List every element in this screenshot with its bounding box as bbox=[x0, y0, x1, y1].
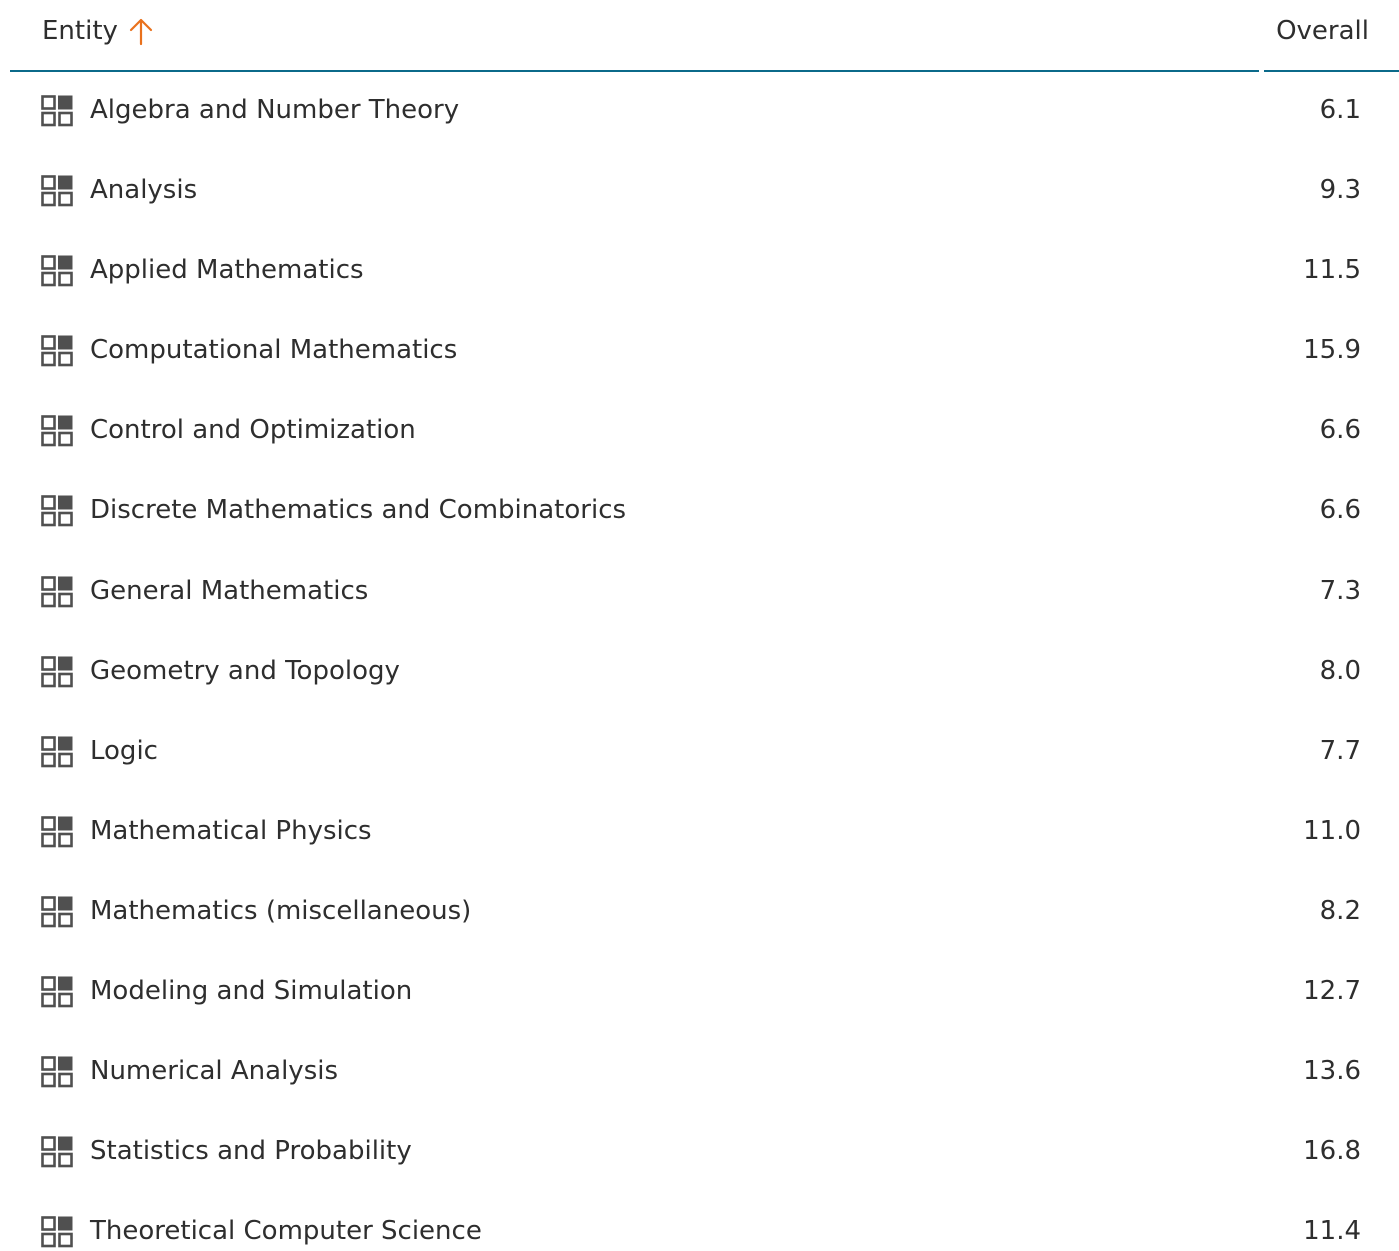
entity-name: Algebra and Number Theory bbox=[90, 95, 460, 125]
table-row[interactable]: Logic 7.7 bbox=[0, 713, 1399, 793]
entity-name: General Mathematics bbox=[90, 575, 369, 606]
grid-icon[interactable] bbox=[41, 255, 73, 287]
table-row[interactable]: Control and Optimization 6.6 bbox=[0, 392, 1399, 472]
table-row[interactable]: Discrete Mathematics and Combinatorics 6… bbox=[0, 472, 1399, 552]
grid-icon[interactable] bbox=[41, 1136, 73, 1168]
entity-column-header[interactable]: Entity bbox=[42, 14, 156, 48]
table-body: Algebra and Number Theory 6.1 Analysis 9… bbox=[0, 72, 1399, 1251]
table-row[interactable]: Algebra and Number Theory 6.1 bbox=[0, 72, 1399, 152]
table-row[interactable]: Numerical Analysis 13.6 bbox=[0, 1033, 1399, 1113]
grid-icon[interactable] bbox=[41, 335, 73, 367]
overall-value: 11.5 bbox=[1303, 255, 1361, 286]
overall-column-header[interactable]: Overall bbox=[1276, 14, 1369, 48]
overall-value: 12.7 bbox=[1303, 976, 1361, 1007]
entity-name: Analysis bbox=[90, 175, 198, 206]
table-row[interactable]: Modeling and Simulation 12.7 bbox=[0, 953, 1399, 1033]
grid-icon[interactable] bbox=[41, 95, 73, 127]
overall-value: 8.2 bbox=[1319, 895, 1361, 926]
entity-name: Statistics and Probability bbox=[90, 1136, 412, 1167]
grid-icon[interactable] bbox=[41, 575, 73, 608]
entity-name: Geometry and Topology bbox=[90, 655, 400, 686]
table-row[interactable]: Computational Mathematics 15.9 bbox=[0, 312, 1399, 392]
entity-name: Theoretical Computer Science bbox=[90, 1216, 482, 1247]
overall-value: 9.3 bbox=[1319, 175, 1361, 206]
table-row[interactable]: Analysis 9.3 bbox=[0, 152, 1399, 232]
grid-icon[interactable] bbox=[41, 896, 73, 928]
overall-value: 8.0 bbox=[1319, 655, 1361, 686]
grid-icon[interactable] bbox=[41, 655, 73, 688]
entity-header-label: Entity bbox=[42, 16, 118, 46]
entity-name: Logic bbox=[90, 735, 158, 766]
table-header: Entity Overall bbox=[0, 0, 1399, 72]
table-row[interactable]: Applied Mathematics 11.5 bbox=[0, 232, 1399, 312]
table-row[interactable]: Statistics and Probability 16.8 bbox=[0, 1113, 1399, 1193]
grid-icon[interactable] bbox=[41, 976, 73, 1008]
entity-name: Modeling and Simulation bbox=[90, 976, 413, 1007]
overall-value: 11.0 bbox=[1303, 815, 1361, 846]
grid-icon[interactable] bbox=[41, 1056, 73, 1088]
overall-value: 6.6 bbox=[1319, 495, 1361, 526]
overall-value: 11.4 bbox=[1303, 1216, 1361, 1247]
grid-icon[interactable] bbox=[41, 735, 73, 768]
overall-value: 7.3 bbox=[1319, 575, 1361, 606]
entity-name: Mathematical Physics bbox=[90, 815, 372, 846]
table-row[interactable]: Theoretical Computer Science 11.4 bbox=[0, 1193, 1399, 1251]
grid-icon[interactable] bbox=[41, 1216, 73, 1248]
overall-value: 6.6 bbox=[1319, 415, 1361, 446]
overall-value: 13.6 bbox=[1303, 1056, 1361, 1087]
entity-name: Control and Optimization bbox=[90, 415, 416, 446]
arrow-up-icon[interactable] bbox=[126, 14, 156, 48]
entity-name: Mathematics (miscellaneous) bbox=[90, 895, 472, 926]
table-row[interactable]: Geometry and Topology 8.0 bbox=[0, 633, 1399, 713]
grid-icon[interactable] bbox=[41, 495, 73, 527]
overall-value: 6.1 bbox=[1319, 95, 1361, 125]
overall-value: 15.9 bbox=[1303, 335, 1361, 366]
entity-name: Computational Mathematics bbox=[90, 335, 458, 366]
entity-name: Numerical Analysis bbox=[90, 1056, 339, 1087]
table-row[interactable]: General Mathematics 7.3 bbox=[0, 553, 1399, 633]
table-row[interactable]: Mathematics (miscellaneous) 8.2 bbox=[0, 873, 1399, 953]
entity-name: Discrete Mathematics and Combinatorics bbox=[90, 495, 627, 526]
grid-icon[interactable] bbox=[41, 415, 73, 447]
entity-name: Applied Mathematics bbox=[90, 255, 364, 286]
overall-value: 16.8 bbox=[1303, 1136, 1361, 1167]
grid-icon[interactable] bbox=[41, 816, 73, 848]
entity-table: Entity Overall Algebra and Number Theory… bbox=[0, 0, 1399, 1251]
grid-icon[interactable] bbox=[41, 175, 73, 207]
table-row[interactable]: Mathematical Physics 11.0 bbox=[0, 793, 1399, 873]
overall-value: 7.7 bbox=[1319, 735, 1361, 766]
